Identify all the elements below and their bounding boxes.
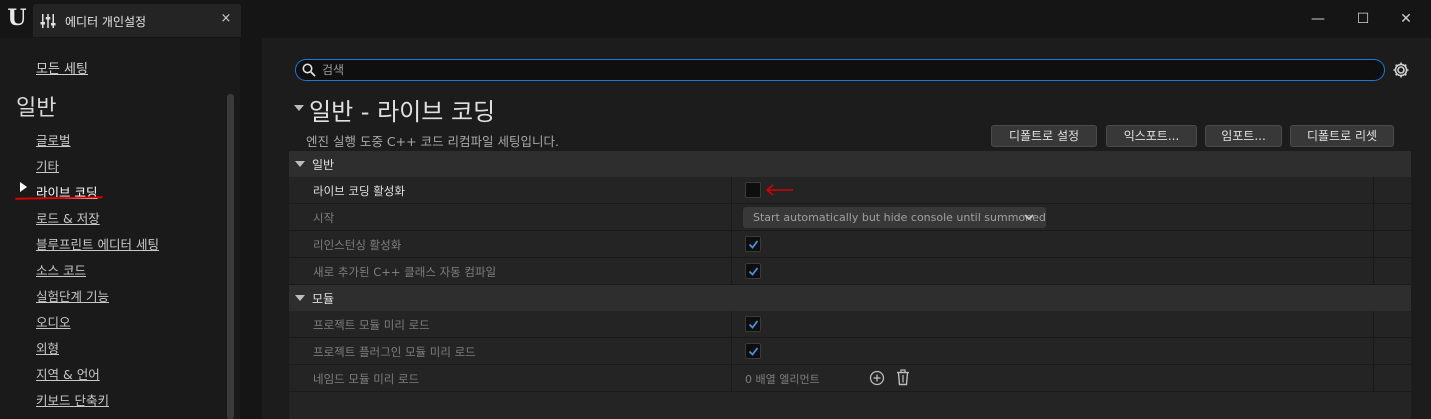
column-divider (1373, 258, 1374, 285)
property-row: 프로젝트 모듈 미리 로드 (289, 311, 1411, 338)
close-tab-icon[interactable]: × (218, 11, 234, 26)
category-general[interactable]: 일반 (289, 151, 1411, 177)
property-label: 새로 추가된 C++ 클래스 자동 컴파일 (313, 265, 497, 279)
preload-plugin-modules-checkbox[interactable] (745, 343, 761, 359)
red-arrow-annotation (765, 184, 793, 196)
export-button[interactable]: 익스포트... (1106, 125, 1197, 147)
details-scroll-gutter (1411, 38, 1431, 419)
category-label: 일반 (312, 158, 335, 172)
array-element-count: 0 배열 엘리먼트 (745, 373, 820, 386)
search-icon (302, 63, 316, 77)
sliders-icon (40, 14, 56, 28)
property-label: 프로젝트 모듈 미리 로드 (313, 318, 430, 332)
collapse-section-icon[interactable] (294, 105, 304, 111)
enable-reinstancing-checkbox[interactable] (745, 236, 761, 252)
column-divider[interactable] (731, 177, 732, 204)
import-button[interactable]: 임포트... (1205, 125, 1282, 147)
tab-title: 에디터 개인설정 (65, 15, 147, 29)
settings-sidebar: 모든 세팅 일반 글로벌 기타 라이브 코딩 로드 & 저장 블루프린트 에디터… (0, 38, 240, 419)
category-modules[interactable]: 모듈 (289, 285, 1411, 311)
enable-live-coding-checkbox[interactable] (745, 182, 761, 198)
minimize-button[interactable]: — (1306, 9, 1330, 29)
property-label: 라이브 코딩 활성화 (313, 184, 405, 198)
selected-arrow-icon (20, 182, 27, 192)
category-label: 모듈 (312, 292, 335, 306)
sidebar-item-load-save[interactable]: 로드 & 저장 (36, 208, 100, 227)
column-divider[interactable] (731, 258, 732, 285)
collapse-category-icon (295, 295, 305, 301)
search-box[interactable] (295, 59, 1385, 81)
sidebar-item-misc[interactable]: 기타 (36, 156, 59, 175)
checkmark-icon (748, 347, 759, 356)
details-panel: 일반 - 라이브 코딩 엔진 실행 도중 C++ 코드 리컴파일 세팅입니다. … (262, 38, 1431, 419)
auto-compile-new-classes-checkbox[interactable] (745, 263, 761, 279)
property-row: 라이브 코딩 활성화 (289, 177, 1411, 204)
section-title: 일반 - 라이브 코딩 (309, 98, 496, 126)
sidebar-item-global[interactable]: 글로벌 (36, 130, 71, 149)
sidebar-item-experimental[interactable]: 실험단계 기능 (36, 286, 109, 305)
sidebar-item-audio[interactable]: 오디오 (36, 312, 71, 331)
column-divider (1373, 204, 1374, 231)
column-divider (1373, 177, 1374, 204)
checkmark-icon (748, 240, 759, 249)
chevron-down-icon (1024, 214, 1034, 221)
sidebar-item-blueprint-editor[interactable]: 블루프린트 에디터 세팅 (36, 234, 159, 253)
column-divider (1373, 338, 1374, 365)
preload-project-modules-checkbox[interactable] (745, 316, 761, 332)
startup-dropdown[interactable]: Start automatically but hide console unt… (743, 207, 1046, 228)
collapse-category-icon (295, 161, 305, 167)
tab-editor-preferences[interactable]: 에디터 개인설정 × (33, 4, 241, 37)
sidebar-item-appearance[interactable]: 외형 (36, 338, 59, 357)
editor-preferences-window: U 에디터 개인설정 × — ☐ ✕ 모든 세팅 일반 글로벌 기타 라이브 코… (0, 0, 1431, 419)
set-as-default-button[interactable]: 디폴트로 설정 (991, 125, 1097, 147)
column-divider (1373, 365, 1374, 392)
property-row: 네임드 모듈 미리 로드 0 배열 엘리먼트 (289, 365, 1411, 392)
gear-icon[interactable] (1391, 60, 1411, 80)
trash-icon[interactable] (895, 369, 911, 386)
sidebar-scrollbar[interactable] (227, 94, 234, 419)
property-label: 시작 (313, 211, 335, 225)
column-divider (1373, 231, 1374, 258)
property-row: 시작 Start automatically but hide console … (289, 204, 1411, 231)
property-row: 새로 추가된 C++ 클래스 자동 컴파일 (289, 258, 1411, 285)
property-label: 네임드 모듈 미리 로드 (313, 372, 420, 386)
unreal-logo-icon: U (7, 5, 27, 31)
column-divider[interactable] (731, 338, 732, 365)
dropdown-value: Start automatically but hide console unt… (753, 211, 1046, 224)
reset-to-default-button[interactable]: 디폴트로 리셋 (1290, 125, 1394, 147)
column-divider[interactable] (731, 231, 732, 258)
title-bar: U 에디터 개인설정 × — ☐ ✕ (0, 0, 1431, 38)
checkmark-icon (748, 320, 759, 329)
maximize-button[interactable]: ☐ (1351, 9, 1375, 29)
column-divider (1373, 311, 1374, 338)
section-description: 엔진 실행 도중 C++ 코드 리컴파일 세팅입니다. (306, 134, 559, 149)
checkmark-icon (748, 267, 759, 276)
all-settings-link[interactable]: 모든 세팅 (36, 58, 88, 77)
search-input[interactable] (322, 62, 1322, 78)
sidebar-item-region-language[interactable]: 지역 & 언어 (36, 364, 100, 383)
panel-gap (240, 38, 262, 419)
sidebar-heading-general: 일반 (16, 96, 57, 121)
property-label: 리인스턴싱 활성화 (313, 238, 402, 252)
add-element-icon[interactable] (869, 370, 885, 386)
column-divider[interactable] (731, 311, 732, 338)
sidebar-item-keyboard-shortcuts[interactable]: 키보드 단축키 (36, 390, 109, 409)
close-window-button[interactable]: ✕ (1394, 9, 1418, 29)
sidebar-item-source-code[interactable]: 소스 코드 (36, 260, 86, 279)
column-divider[interactable] (731, 365, 732, 392)
property-table: 일반 라이브 코딩 활성화 시작 Start automatically but… (289, 151, 1411, 419)
property-row: 프로젝트 플러그인 모듈 미리 로드 (289, 338, 1411, 365)
column-divider[interactable] (731, 204, 732, 231)
property-row: 리인스턴싱 활성화 (289, 231, 1411, 258)
property-label: 프로젝트 플러그인 모듈 미리 로드 (313, 345, 476, 359)
